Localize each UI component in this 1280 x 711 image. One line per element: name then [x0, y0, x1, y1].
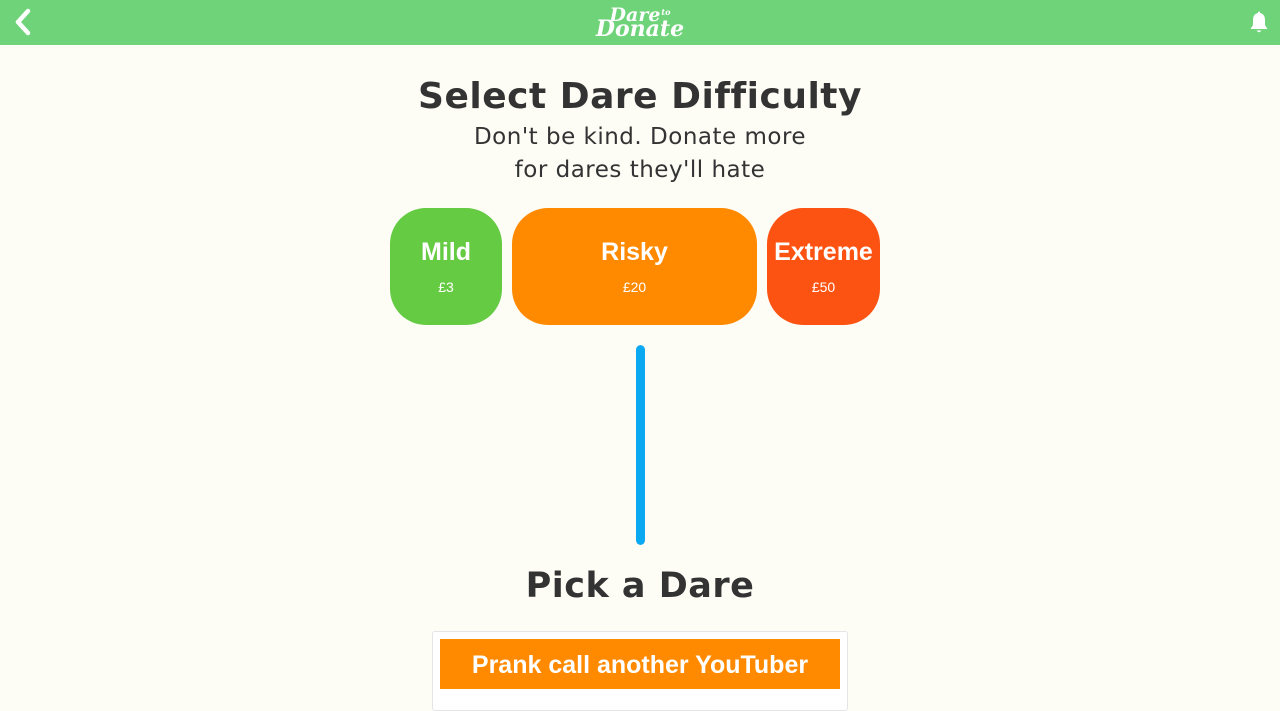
page-title: Select Dare Difficulty	[418, 76, 862, 117]
notifications-button[interactable]	[1246, 10, 1272, 36]
difficulty-mild-button[interactable]: Mild £3	[390, 208, 502, 325]
difficulty-name: Extreme	[774, 238, 873, 266]
progress-fill	[636, 345, 645, 545]
top-bar: Dareto Donate	[0, 0, 1280, 45]
subtitle-line-1: Don't be kind. Donate more	[473, 124, 807, 150]
back-button[interactable]	[8, 6, 40, 38]
dare-option-button[interactable]: Prank call another YouTuber	[440, 639, 840, 689]
difficulty-name: Risky	[601, 238, 668, 266]
app-logo: Dareto Donate	[580, 0, 700, 45]
difficulty-risky-button[interactable]: Risky £20	[512, 208, 757, 325]
difficulty-price: £50	[811, 279, 836, 295]
difficulty-price: £3	[438, 279, 454, 295]
difficulty-name: Mild	[421, 238, 471, 266]
logo-bottom-text: Donate	[595, 16, 685, 42]
difficulty-price: £20	[622, 279, 647, 295]
subtitle-line-2: for dares they'll hate	[514, 157, 766, 183]
pick-dare-title: Pick a Dare	[525, 566, 755, 606]
chevron-left-icon	[15, 8, 31, 36]
page-subtitle: Don't be kind. Donate more for dares the…	[440, 121, 840, 187]
difficulty-extreme-button[interactable]: Extreme £50	[767, 208, 880, 325]
bell-icon	[1250, 11, 1268, 33]
progress-track	[636, 345, 645, 545]
